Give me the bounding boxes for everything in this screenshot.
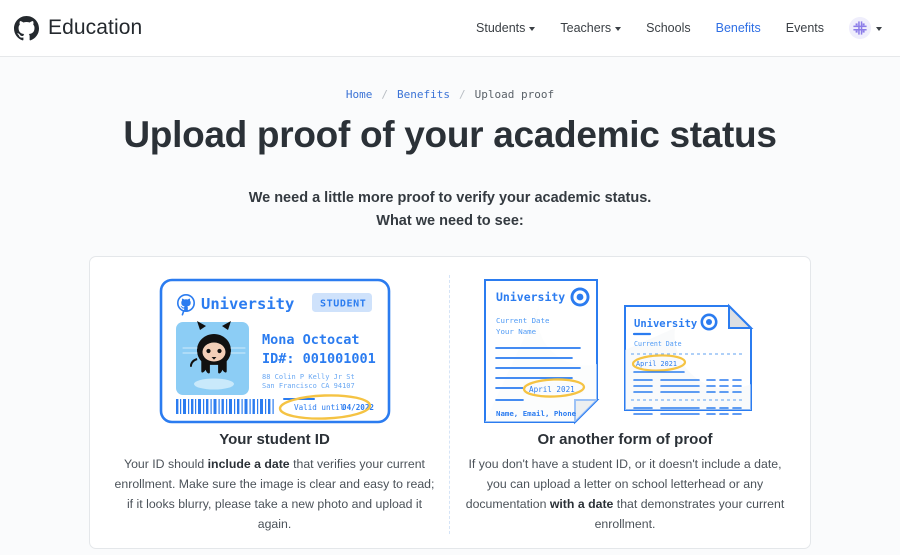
- github-mark-icon: [14, 15, 39, 41]
- column-other-proof: University Current Date Your Name April …: [450, 275, 800, 534]
- svg-text:Mona Octocat: Mona Octocat: [262, 332, 360, 348]
- svg-text:88 Colin P Kelly Jr St: 88 Colin P Kelly Jr St: [262, 373, 355, 381]
- chevron-down-icon: [529, 27, 536, 31]
- breadcrumb-separator: /: [381, 88, 389, 101]
- svg-text:San Francisco CA 94107: San Francisco CA 94107: [262, 382, 355, 390]
- brand-name: Education: [48, 16, 143, 39]
- column-body-emphasis: include a date: [207, 456, 290, 471]
- account-menu[interactable]: [849, 17, 882, 39]
- nav-item-students[interactable]: Students: [476, 21, 536, 35]
- site-header: Education Students Teachers Schools Bene…: [0, 0, 900, 57]
- column-title: Your student ID: [219, 430, 330, 448]
- column-title: Or another form of proof: [537, 430, 713, 448]
- chevron-down-icon: [615, 27, 622, 31]
- letter-document: University Current Date Your Name April …: [484, 278, 600, 425]
- svg-text:Your Name: Your Name: [496, 327, 537, 336]
- svg-text:University: University: [496, 290, 565, 304]
- svg-text:Current Date: Current Date: [496, 316, 550, 325]
- chevron-down-icon: [876, 27, 882, 31]
- svg-text:University: University: [634, 318, 698, 330]
- nav-item-schools[interactable]: Schools: [646, 21, 690, 35]
- nav-item-label: Benefits: [715, 21, 761, 35]
- github-mark-icon: [700, 313, 718, 331]
- nav-item-label: Schools: [646, 21, 691, 35]
- column-body-emphasis: with a date: [549, 497, 614, 512]
- transcript-document: University Current Date April 2021: [624, 303, 754, 415]
- breadcrumb-item-current: Upload proof: [474, 88, 555, 101]
- nav-item-label: Teachers: [560, 21, 612, 35]
- nav-item-label: Students: [476, 21, 526, 35]
- svg-text:ID#: 001001001: ID#: 001001001: [262, 351, 376, 367]
- other-proof-illustration: University Current Date Your Name April …: [479, 275, 771, 427]
- nav-item-teachers[interactable]: Teachers: [560, 21, 622, 35]
- nav-item-label: Events: [785, 21, 824, 35]
- breadcrumb-item-home[interactable]: Home: [346, 88, 373, 101]
- breadcrumb-separator: /: [459, 88, 466, 101]
- column-body-pre: Your ID should: [124, 456, 208, 471]
- proof-examples-panel: University STUDENT Mona Octocat ID#: 001…: [89, 255, 811, 550]
- lede-text: We need a little more proof to verify yo…: [0, 187, 900, 234]
- column-body-post: that demonstrates your current enrollmen…: [594, 497, 785, 532]
- github-mark-icon: [570, 287, 590, 307]
- nav-item-benefits[interactable]: Benefits: [716, 21, 761, 35]
- student-id-illustration: University STUDENT Mona Octocat ID#: 001…: [159, 275, 391, 427]
- svg-text:Current Date: Current Date: [634, 340, 682, 348]
- svg-text:University: University: [201, 295, 294, 313]
- brand-logo[interactable]: Education: [14, 15, 143, 41]
- lede-line-1: We need a little more proof to verify yo…: [248, 190, 652, 206]
- breadcrumb-item-benefits[interactable]: Benefits: [397, 88, 450, 101]
- column-student-id: University STUDENT Mona Octocat ID#: 001…: [100, 274, 450, 535]
- breadcrumb: Home / Benefits / Upload proof: [0, 88, 900, 101]
- svg-text:Name, Email, Phone: Name, Email, Phone: [496, 409, 577, 418]
- column-body: If you don't have a student ID, or it do…: [464, 454, 786, 534]
- page-title: Upload proof of your academic status: [123, 114, 777, 155]
- column-body: Your ID should include a date that verif…: [114, 454, 435, 534]
- user-avatar-identicon-icon: [849, 17, 871, 39]
- svg-text:April 2021: April 2021: [636, 360, 677, 368]
- main-nav: Students Teachers Schools Benefits Event…: [476, 17, 882, 39]
- lede-line-2: What we need to see:: [376, 213, 524, 230]
- svg-text:Valid until: Valid until: [294, 403, 344, 412]
- nav-item-events[interactable]: Events: [786, 21, 824, 35]
- svg-text:April 2021: April 2021: [529, 385, 575, 394]
- svg-text:STUDENT: STUDENT: [320, 298, 366, 309]
